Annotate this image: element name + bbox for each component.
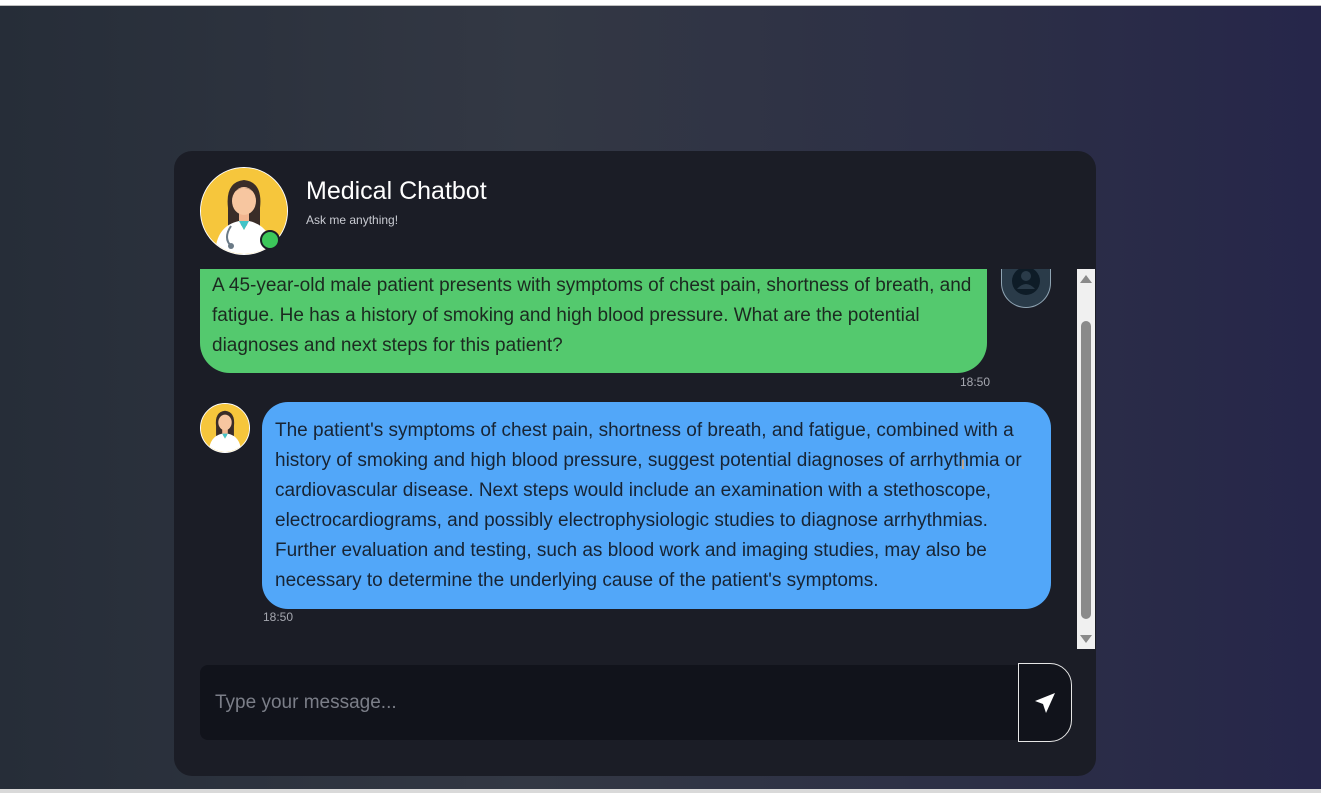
- chat-title: Medical Chatbot: [306, 177, 487, 205]
- scroll-down-icon[interactable]: [1080, 635, 1092, 643]
- send-button[interactable]: [1018, 663, 1072, 742]
- user-message-bubble: A 45-year-old male patient presents with…: [200, 269, 987, 373]
- message-list[interactable]: A 45-year-old male patient presents with…: [174, 269, 1076, 649]
- bot-message-bubble: The patient's symptoms of chest pain, sh…: [262, 402, 1051, 609]
- chat-window: Medical Chatbot Ask me anything! A 45-ye…: [174, 151, 1096, 776]
- chat-subtitle: Ask me anything!: [306, 213, 399, 227]
- browser-bottom-edge: [0, 789, 1321, 793]
- bot-avatar-icon: [200, 403, 250, 453]
- message-input[interactable]: [200, 665, 1018, 740]
- chat-scrollbar[interactable]: [1077, 269, 1095, 649]
- online-status-icon: [260, 230, 280, 250]
- scroll-up-icon[interactable]: [1080, 275, 1092, 283]
- bot-message-time: 18:50: [263, 610, 294, 624]
- composer: [200, 665, 1018, 740]
- send-arrow-icon: [1035, 692, 1055, 713]
- browser-top-edge: [0, 0, 1321, 6]
- user-message-time: 18:50: [960, 375, 991, 389]
- text-cursor-icon: I: [961, 456, 965, 472]
- scroll-thumb[interactable]: [1081, 321, 1091, 619]
- user-avatar-icon: [1001, 269, 1051, 308]
